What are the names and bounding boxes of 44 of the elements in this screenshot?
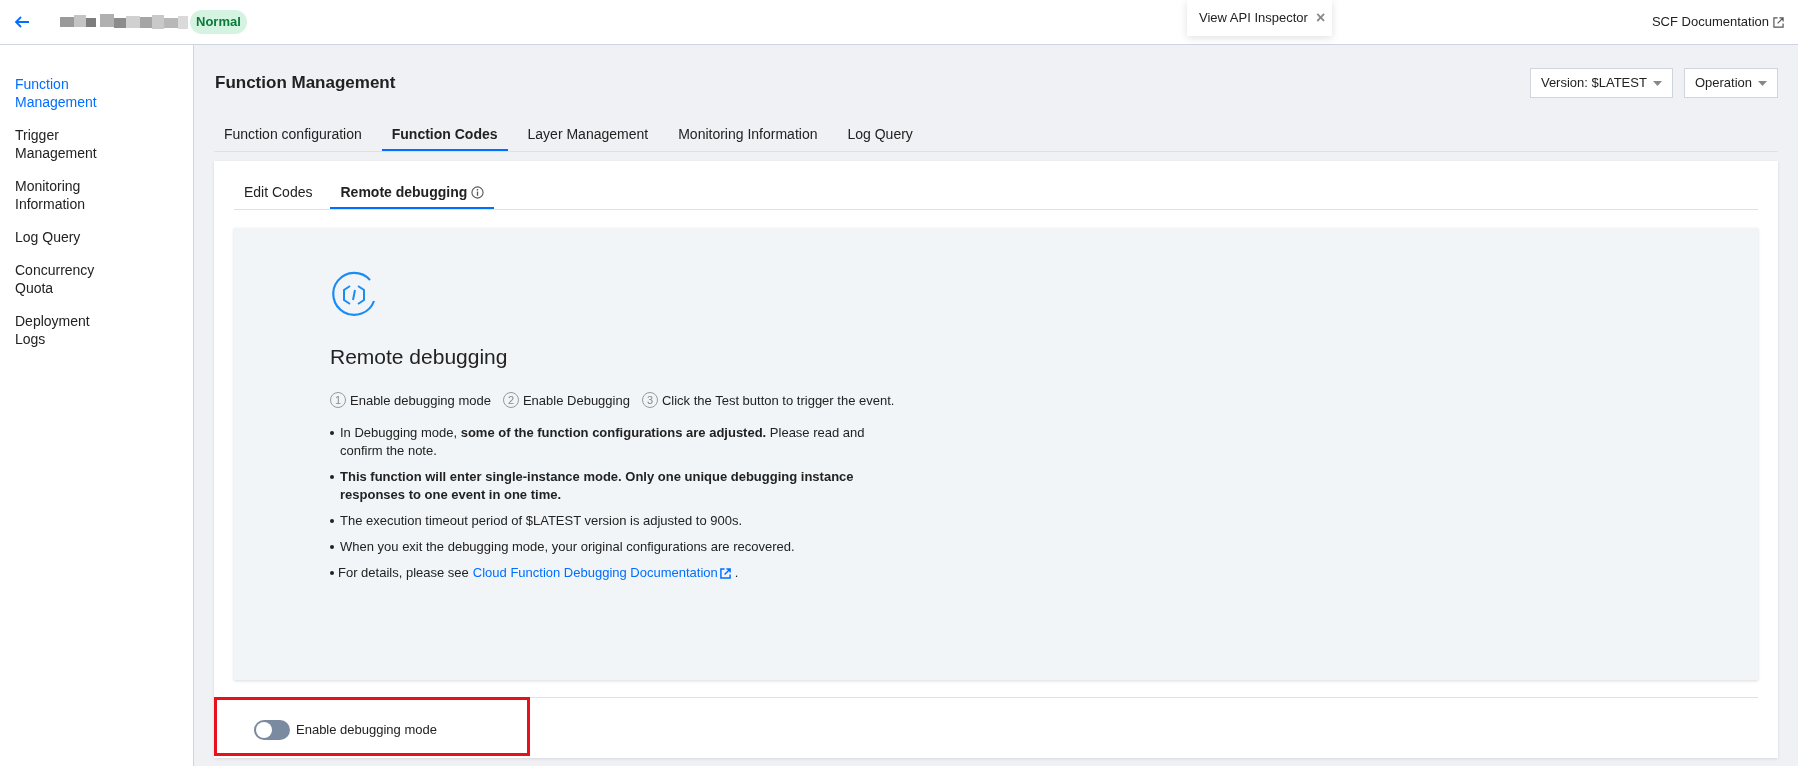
note-text: This function will enter single-instance mode. Only one unique debugging instance responses to one event in one time. xyxy=(340,468,855,504)
close-button[interactable]: × xyxy=(1315,6,1326,30)
code-icon xyxy=(330,271,378,319)
tab[interactable]: Function configuration xyxy=(214,119,372,151)
bullet-icon xyxy=(330,571,334,575)
bullet-icon xyxy=(330,475,334,479)
step-label: Click the Test button to trigger the event. xyxy=(661,391,895,410)
tab[interactable]: Log Query xyxy=(837,119,923,151)
note-text: For details, please see xyxy=(338,564,469,582)
note-text: The execution timeout period of $LATEST version is adjusted to 900s. xyxy=(340,512,743,530)
step-label: Enable Debugging xyxy=(522,391,630,410)
sidebar-item[interactable]: Monitoring Information xyxy=(15,177,105,213)
note-text: When you exit the debugging mode, your original configurations are recovered. xyxy=(340,538,795,556)
sub-tab[interactable]: Remote debugging xyxy=(330,177,495,209)
bullet-icon xyxy=(330,545,334,549)
documentation-link[interactable]: Cloud Function Debugging Documentation xyxy=(472,564,718,582)
back-arrow-icon[interactable] xyxy=(14,14,30,30)
sub-tab[interactable]: Edit Codes xyxy=(234,177,323,209)
caret-icon xyxy=(1652,80,1662,86)
sidebar-item[interactable]: Deployment Logs xyxy=(15,312,105,348)
sidebar-item[interactable]: Function Management xyxy=(15,75,105,111)
status-badge: Normal xyxy=(190,10,247,34)
tab[interactable]: Function Codes xyxy=(381,119,508,151)
toggle-label: Enable debugging mode xyxy=(296,720,437,739)
external-link-icon xyxy=(719,568,731,579)
tab[interactable]: Monitoring Information xyxy=(668,119,828,151)
version-dropdown[interactable]: Version: $LATEST xyxy=(1529,68,1673,98)
note-text: . xyxy=(734,564,739,582)
documentation-link[interactable]: SCF Documentation xyxy=(1651,12,1769,32)
tab[interactable]: Layer Management xyxy=(517,119,659,151)
operation-dropdown[interactable]: Operation xyxy=(1683,68,1778,98)
sidebar-item[interactable]: Concurrency Quota xyxy=(15,261,105,297)
bullet-icon xyxy=(330,431,334,435)
step-label: Enable debugging mode xyxy=(350,391,491,410)
caret-icon xyxy=(1758,80,1767,86)
external-link-icon xyxy=(1773,16,1784,28)
toggle-switch[interactable] xyxy=(254,719,290,740)
bullet-icon xyxy=(330,519,334,523)
page-title: Function Management xyxy=(215,72,396,95)
inspector-label[interactable]: View API Inspector xyxy=(1199,8,1308,28)
note-text: In Debugging mode, some of the function configurations are adjusted. Please read and confirm the note. xyxy=(340,424,866,460)
panel-heading: Remote debugging xyxy=(330,344,509,370)
sidebar-item[interactable]: Log Query xyxy=(15,228,105,246)
sidebar-item[interactable]: Trigger Management xyxy=(15,126,105,162)
